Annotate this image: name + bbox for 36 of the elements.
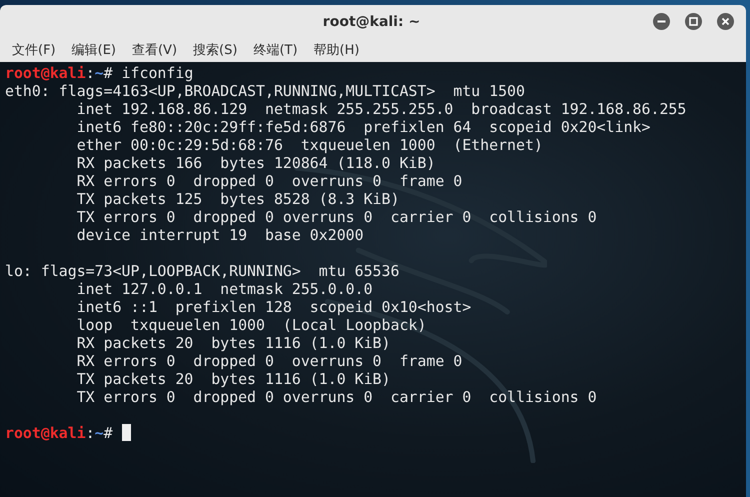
maximize-icon[interactable] <box>685 13 702 30</box>
output-line: ether 00:0c:29:5d:68:76 txqueuelen 1000 (Ethernet) <box>76 136 543 154</box>
prompt-path: ~ <box>94 64 104 82</box>
menu-item[interactable]: 终端(T) <box>247 39 304 61</box>
prompt-path: ~ <box>94 424 104 442</box>
output-line: inet6 fe80::20c:29ff:fe5d:6876 prefixlen 64 scopeid 0x20<link> <box>76 118 650 136</box>
prompt-separator: : <box>86 64 95 82</box>
prompt-user-host: root@kali <box>5 424 86 442</box>
output-line: RX packets 166 bytes 120864 (118.0 KiB) <box>76 154 436 172</box>
menu-item[interactable]: 查看(V) <box>126 39 184 61</box>
prompt-separator: : <box>86 424 95 442</box>
prompt-user-host: root@kali <box>5 64 86 82</box>
menu-item[interactable]: 编辑(E) <box>66 39 122 61</box>
output-line: TX packets 20 bytes 1116 (1.0 KiB) <box>76 370 390 388</box>
output-line: lo: flags=73<UP,LOOPBACK,RUNNING> mtu 65536 <box>5 262 400 280</box>
output-line: inet6 ::1 prefixlen 128 scopeid 0x10<host> <box>76 298 472 316</box>
output-line: eth0: flags=4163<UP,BROADCAST,RUNNING,MULTICAST> mtu 1500 <box>5 82 525 100</box>
output-line: RX errors 0 dropped 0 overruns 0 frame 0 <box>76 352 462 370</box>
menu-item[interactable]: 搜索(S) <box>187 39 244 61</box>
prompt-symbol: # <box>104 424 114 442</box>
window-title: root@kali: ~ <box>322 14 422 30</box>
command-text: ifconfig <box>122 64 194 82</box>
output-line: RX errors 0 dropped 0 overruns 0 frame 0 <box>76 172 462 190</box>
menu-item[interactable]: 帮助(H) <box>308 39 366 61</box>
output-line: inet 127.0.0.1 netmask 255.0.0.0 <box>76 280 373 298</box>
menu-item[interactable]: 文件(F) <box>6 39 62 61</box>
output-line: loop txqueuelen 1000 (Local Loopback) <box>76 316 426 334</box>
output-line: TX errors 0 dropped 0 overruns 0 carrier 0 collisions 0 <box>76 388 597 406</box>
output-line: device interrupt 19 base 0x2000 <box>76 226 364 244</box>
minimize-icon[interactable] <box>653 13 670 30</box>
prompt-symbol: # <box>104 64 114 82</box>
output-line: TX packets 125 bytes 8528 (8.3 KiB) <box>76 190 400 208</box>
close-icon[interactable] <box>717 13 734 30</box>
output-line: RX packets 20 bytes 1116 (1.0 KiB) <box>76 334 390 352</box>
output-line: TX errors 0 dropped 0 overruns 0 carrier 0 collisions 0 <box>76 208 597 226</box>
output-line: inet 192.168.86.129 netmask 255.255.255.0 broadcast 192.168.86.255 <box>76 100 686 118</box>
